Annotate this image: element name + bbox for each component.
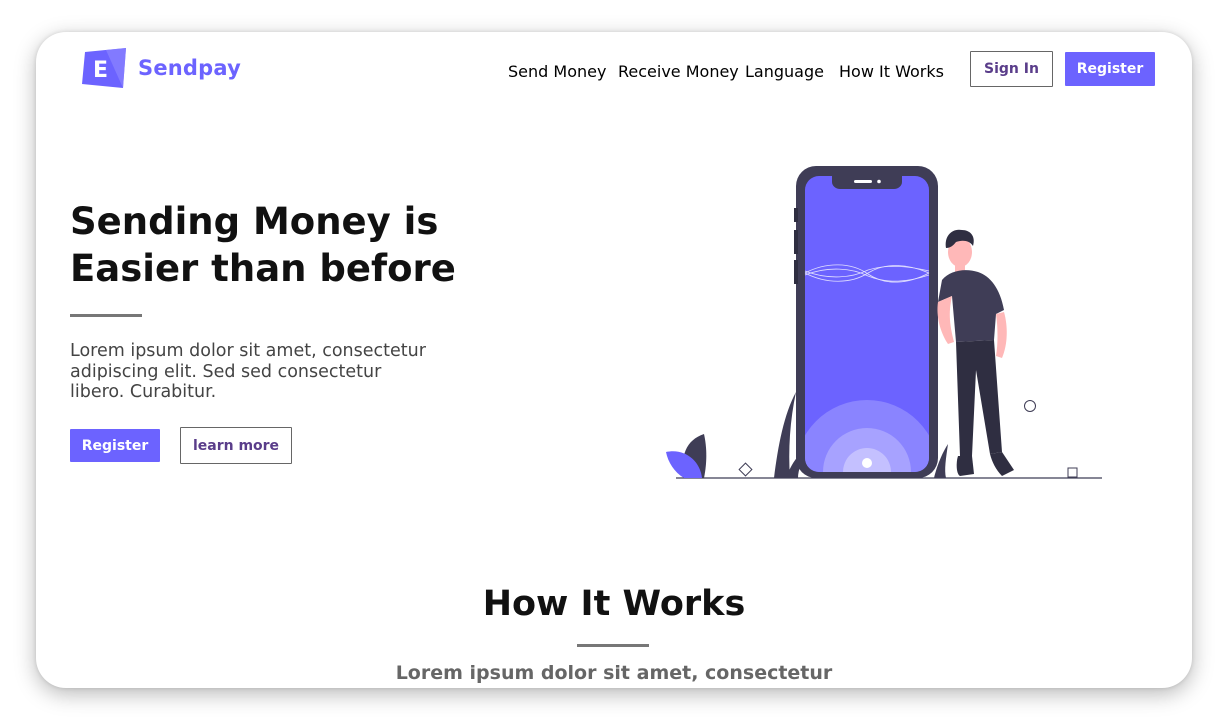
section-divider	[577, 644, 649, 647]
hero-title: Sending Money is Easier than before	[70, 198, 456, 292]
nav-send-money[interactable]: Send Money	[508, 62, 606, 81]
hero-register-button[interactable]: Register	[70, 429, 160, 462]
page-card: E Sendpay Send Money Receive Money Langu…	[36, 32, 1192, 688]
person-with-phone-illustration	[666, 166, 1102, 479]
section-subtitle: Lorem ipsum dolor sit amet, consectetur	[395, 662, 833, 684]
register-nav-button[interactable]: Register	[1065, 52, 1155, 86]
nav-receive-money[interactable]: Receive Money	[618, 62, 739, 81]
nav-language[interactable]: Language	[745, 62, 824, 81]
brand-name: Sendpay	[138, 56, 241, 80]
logo-icon: E	[82, 48, 126, 88]
sign-in-button[interactable]: Sign In	[970, 51, 1053, 87]
hero-divider	[70, 314, 142, 317]
hero-description: Lorem ipsum dolor sit amet, consectetur …	[70, 341, 426, 402]
brand-logo[interactable]: E Sendpay	[82, 48, 241, 88]
hero-title-line1: Sending Money is	[70, 200, 439, 243]
logo-letter: E	[93, 58, 108, 83]
hero-title-line2: Easier than before	[70, 247, 456, 290]
learn-more-button[interactable]: learn more	[180, 427, 292, 464]
nav-how-it-works[interactable]: How It Works	[839, 62, 944, 81]
section-title: How It Works	[482, 584, 746, 624]
